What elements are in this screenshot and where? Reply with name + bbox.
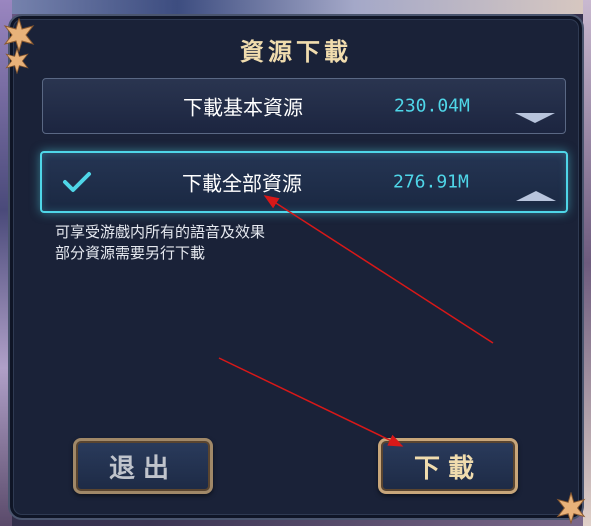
background-art-right — [583, 0, 591, 526]
chevron-up-icon[interactable] — [516, 191, 556, 201]
maple-leaf-icon — [3, 18, 35, 52]
maple-leaf-icon — [556, 492, 586, 524]
option-basic-label: 下載基本資源 — [183, 95, 303, 120]
option-basic-resources[interactable]: 下載基本資源 230.04M — [42, 78, 566, 134]
option-basic-size: 230.04M — [394, 95, 470, 117]
description-line: 可享受游戲内所有的語音及效果 — [55, 223, 266, 241]
dialog-title: 資源下載 — [240, 37, 352, 66]
download-button[interactable]: 下載 — [378, 438, 518, 494]
description-text: 可享受游戲内所有的語音及效果 部分資源需要另行下載 — [55, 222, 265, 264]
background-art-top — [0, 0, 591, 14]
chevron-down-icon[interactable] — [515, 113, 555, 123]
maple-leaf-icon — [5, 48, 29, 74]
option-full-label: 下載全部資源 — [182, 171, 302, 196]
exit-button[interactable]: 退出 — [73, 438, 213, 494]
resource-download-dialog: 資源下載 下載基本資源 230.04M 下載全部資源 276.91M 可享受游戲… — [8, 14, 584, 520]
option-full-size: 276.91M — [393, 171, 469, 193]
option-full-resources[interactable]: 下載全部資源 276.91M — [40, 151, 568, 213]
description-line: 部分資源需要另行下載 — [55, 244, 206, 262]
